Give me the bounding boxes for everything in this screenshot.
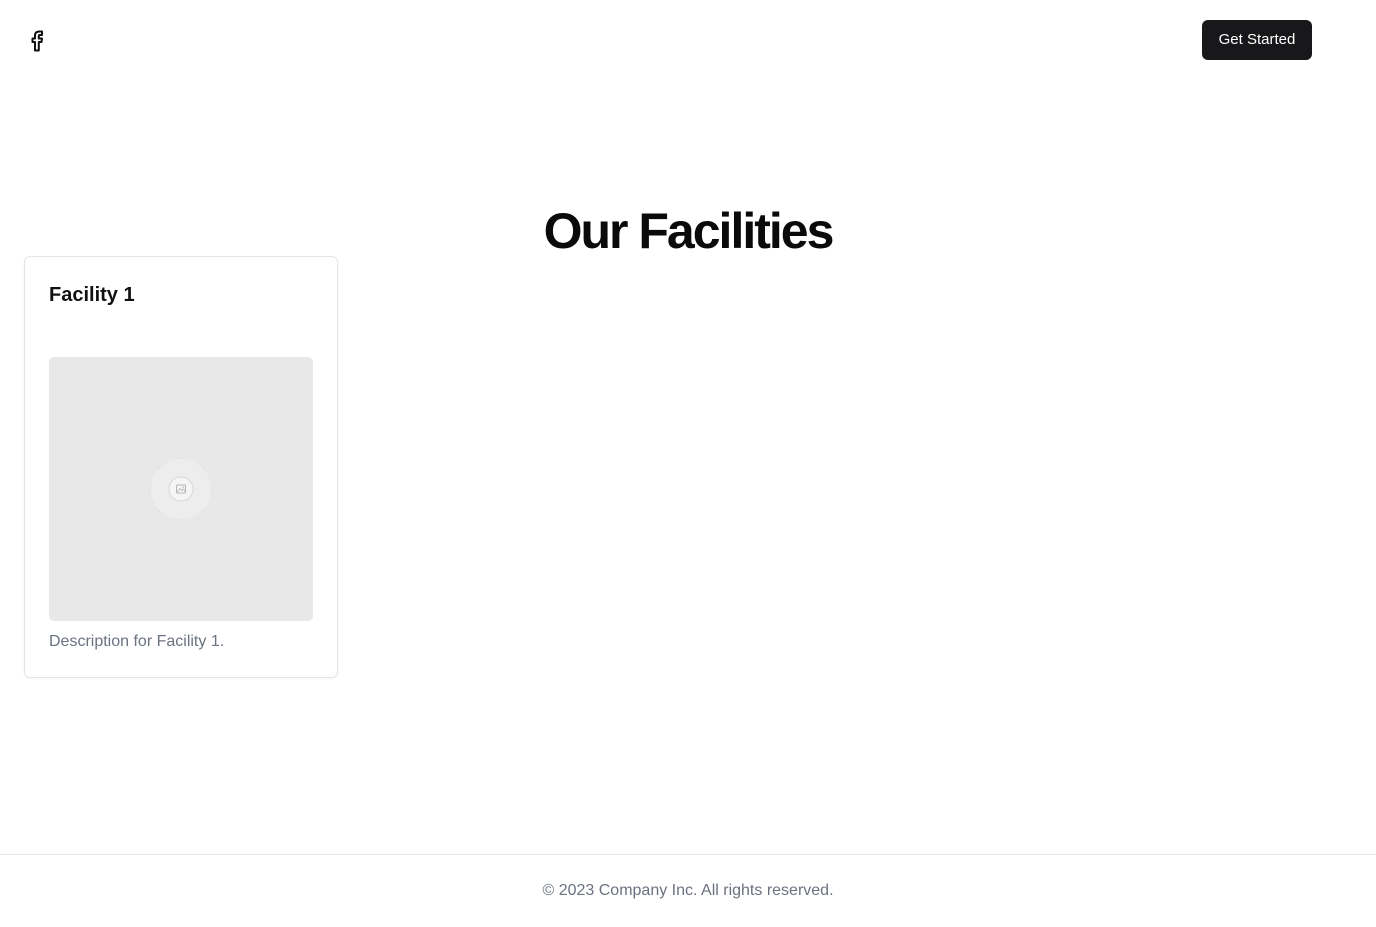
facility-card-description: Description for Facility 1. [49,633,225,650]
facility-image [49,357,313,621]
facebook-icon[interactable] [27,28,47,52]
copyright-text: © 2023 Company Inc. All rights reserved. [542,882,834,899]
facility-card-title: Facility 1 [49,284,135,306]
site-header: Get Started [0,0,1376,80]
page-title: Our Facilities [543,203,835,259]
page: Get Started Our Facilities Facility 1 De… [0,0,1376,927]
image-placeholder-icon [149,457,213,521]
get-started-button[interactable]: Get Started [1202,20,1312,60]
facility-card: Facility 1 Description for Facility 1. [24,256,338,678]
site-footer: © 2023 Company Inc. All rights reserved. [0,854,1376,927]
